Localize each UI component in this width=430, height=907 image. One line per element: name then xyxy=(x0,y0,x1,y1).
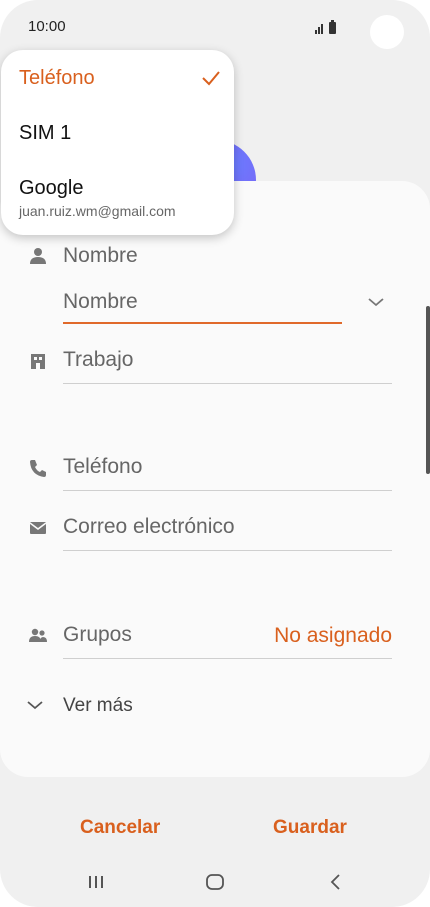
groups-value[interactable]: No asignado xyxy=(274,624,392,648)
chevron-down-icon[interactable] xyxy=(26,699,44,711)
phone-input[interactable]: Teléfono xyxy=(63,455,142,479)
camera-cutout xyxy=(370,15,404,49)
status-time: 10:00 xyxy=(28,18,66,35)
people-icon xyxy=(29,628,47,642)
dropdown-item-sim1[interactable]: SIM 1 xyxy=(19,122,229,145)
contact-form-card xyxy=(0,181,430,777)
envelope-icon xyxy=(29,522,47,534)
building-icon xyxy=(31,354,45,369)
dropdown-item-label: Teléfono xyxy=(19,67,95,89)
dropdown-item-google[interactable]: Google juan.ruiz.wm@gmail.com xyxy=(19,177,229,219)
back-icon[interactable] xyxy=(324,870,348,894)
status-bar: 10:00 xyxy=(0,0,430,56)
name-section-label: Nombre xyxy=(63,244,138,267)
work-input[interactable]: Trabajo xyxy=(63,348,133,372)
see-more-button[interactable]: Ver más xyxy=(63,695,133,717)
navigation-bar xyxy=(0,860,430,905)
check-icon xyxy=(202,71,220,86)
person-icon xyxy=(30,248,46,264)
chevron-down-icon[interactable] xyxy=(367,296,385,308)
dropdown-item-account: juan.ruiz.wm@gmail.com xyxy=(19,203,176,219)
phone-screen: 10:00 Nombre Nombre Trabajo Teléfono Cor… xyxy=(0,0,430,907)
save-button[interactable]: Guardar xyxy=(273,817,347,839)
cancel-button[interactable]: Cancelar xyxy=(80,817,160,839)
dropdown-item-telefono[interactable]: Teléfono xyxy=(19,67,229,90)
groups-label[interactable]: Grupos xyxy=(63,623,132,647)
phone-icon xyxy=(30,460,46,477)
signal-battery-icon xyxy=(315,20,336,34)
work-input-underline xyxy=(63,383,392,384)
dropdown-item-label: Google xyxy=(19,177,84,199)
dropdown-item-label: SIM 1 xyxy=(19,122,72,144)
home-icon[interactable] xyxy=(203,870,227,894)
name-input[interactable]: Nombre xyxy=(63,290,138,314)
email-input-underline xyxy=(63,550,392,551)
name-input-underline xyxy=(63,322,342,324)
recent-apps-icon[interactable] xyxy=(84,870,108,894)
action-bar: Cancelar Guardar xyxy=(0,805,430,853)
email-input[interactable]: Correo electrónico xyxy=(63,515,235,539)
scrollbar-thumb[interactable] xyxy=(426,306,430,474)
groups-underline xyxy=(63,658,392,659)
phone-input-underline xyxy=(63,490,392,491)
storage-location-dropdown: Teléfono SIM 1 Google juan.ruiz.wm@gmail… xyxy=(1,50,234,235)
